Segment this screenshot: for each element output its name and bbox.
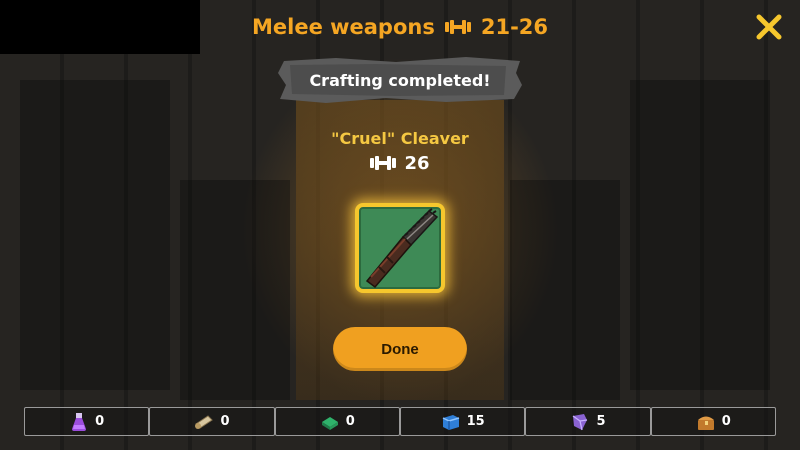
resource-chest[interactable]: 0 <box>650 407 776 436</box>
blue-material-icon <box>441 412 461 432</box>
resource-bar: 0 0 0 15 5 0 <box>24 407 776 438</box>
chest-icon <box>696 412 716 432</box>
close-icon <box>756 14 782 40</box>
close-button[interactable] <box>754 12 784 42</box>
item-damage-value: 26 <box>404 152 430 174</box>
page-title: Melee weapons <box>251 15 435 39</box>
item-card[interactable] <box>355 203 445 293</box>
item-damage: 26 <box>0 151 800 175</box>
resource-count: 5 <box>596 414 606 429</box>
resource-count: 0 <box>345 414 355 429</box>
resource-count: 0 <box>220 414 230 429</box>
done-button[interactable]: Done <box>333 327 467 371</box>
resource-purple-material[interactable]: 5 <box>525 407 651 436</box>
resource-count: 0 <box>721 414 731 429</box>
damage-dumbbell-icon <box>444 19 471 35</box>
crafting-banner: Crafting completed! <box>276 55 524 105</box>
resource-count: 0 <box>95 414 105 429</box>
background-shelf <box>20 80 170 390</box>
item-name: "Cruel" Cleaver <box>331 129 469 148</box>
damage-dumbbell-icon <box>370 155 397 171</box>
background-shelf <box>510 180 620 400</box>
resource-potion[interactable]: 0 <box>24 407 150 436</box>
potion-icon <box>69 412 89 432</box>
scroll-icon <box>194 412 214 432</box>
background-shelf <box>630 80 770 390</box>
background-shelf <box>180 180 290 400</box>
resource-scroll[interactable]: 0 <box>149 407 275 436</box>
header: Melee weapons 21-26 <box>0 12 800 42</box>
resource-green-material[interactable]: 0 <box>274 407 400 436</box>
cleaver-icon <box>365 208 439 289</box>
green-material-icon <box>320 412 340 432</box>
resource-count: 15 <box>466 414 485 429</box>
resource-blue-material[interactable]: 15 <box>399 407 526 436</box>
banner-text: Crafting completed! <box>309 70 491 90</box>
purple-material-icon <box>570 412 590 432</box>
damage-range: 21-26 <box>480 15 549 39</box>
